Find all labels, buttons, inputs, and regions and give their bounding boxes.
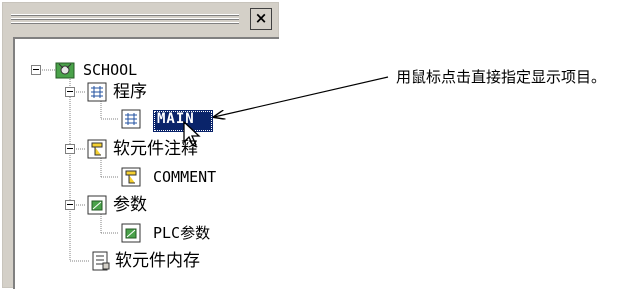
callout-text: 用鼠标点击直接指定显示项目。 xyxy=(396,68,607,86)
callout-arrow xyxy=(0,76,389,292)
